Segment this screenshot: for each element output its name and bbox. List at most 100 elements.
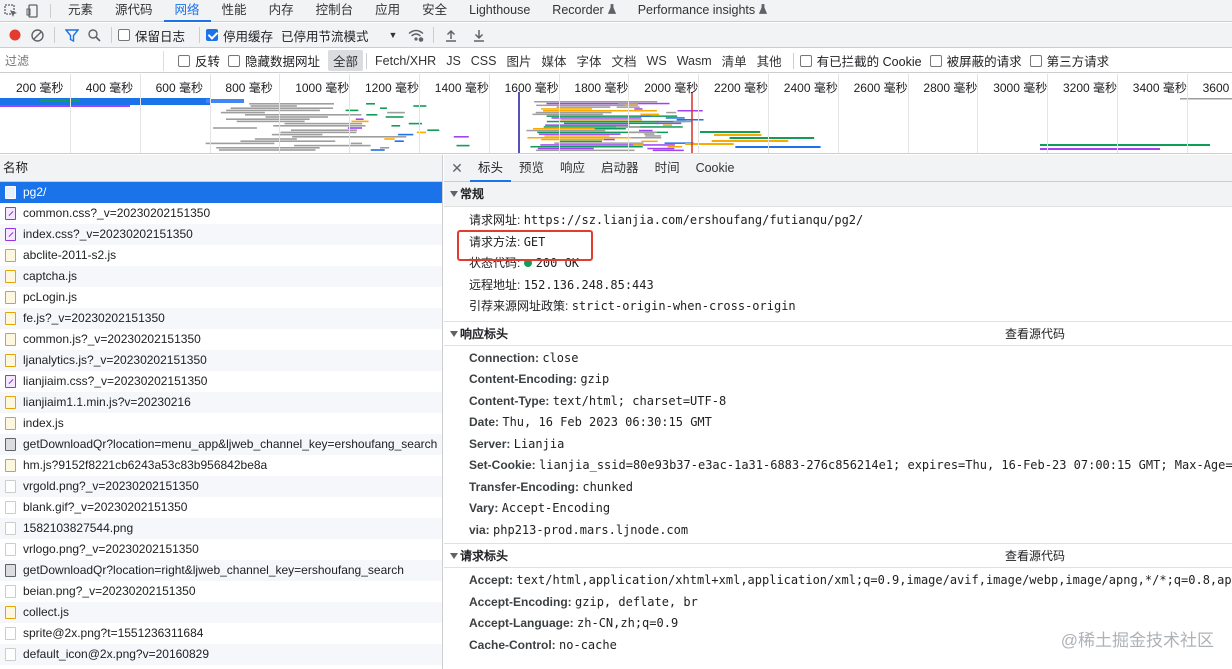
filter-type-1[interactable]: Fetch/XHR: [370, 53, 441, 69]
detail-tab[interactable]: 响应: [552, 155, 593, 182]
request-row[interactable]: getDownloadQr?location=right&ljweb_chann…: [0, 560, 442, 581]
filter-type-7[interactable]: 文档: [607, 50, 642, 71]
filter-bar: 反转 隐藏数据网址 全部 Fetch/XHRJSCSS图片媒体字体文档WSWasm…: [0, 49, 1232, 73]
request-row[interactable]: default_icon@2x.png?v=20160829: [0, 644, 442, 665]
checkbox-box[interactable]: [228, 54, 241, 67]
request-row[interactable]: beian.png?_v=20230202151350: [0, 581, 442, 602]
response-view-source-link[interactable]: 查看源代码: [1005, 322, 1065, 347]
filter-type-3[interactable]: CSS: [466, 53, 502, 69]
top-tab[interactable]: Performance insights: [627, 0, 778, 22]
request-row[interactable]: hm.js?9152f8221cb6243a53c83b956842be8a: [0, 455, 442, 476]
filter-type-11[interactable]: 其他: [752, 50, 787, 71]
request-row[interactable]: common.css?_v=20230202151350: [0, 203, 442, 224]
request-row[interactable]: lianjiaim.css?_v=20230202151350: [0, 371, 442, 392]
request-row[interactable]: vrlogo.png?_v=20230202151350: [0, 539, 442, 560]
checkbox-box[interactable]: [929, 54, 942, 67]
import-har-upload-icon[interactable]: [440, 24, 462, 46]
request-row[interactable]: ljanalytics.js?_v=20230202151350: [0, 350, 442, 371]
search-icon[interactable]: [83, 24, 105, 46]
header-row: Server: Lianjia: [444, 434, 1232, 456]
export-har-download-icon[interactable]: [468, 24, 490, 46]
waterfall-bar: [0, 98, 210, 102]
hide-data-urls-checkbox[interactable]: 隐藏数据网址: [228, 51, 320, 70]
throttling-select[interactable]: 已停用节流模式 ▼: [281, 26, 397, 45]
request-row[interactable]: getDownloadQr?location=menu_app&ljweb_ch…: [0, 434, 442, 455]
device-toolbar-icon[interactable]: [22, 0, 44, 22]
clear-button[interactable]: [26, 24, 48, 46]
close-icon[interactable]: ✕: [444, 160, 470, 177]
waterfall-bar: [563, 122, 660, 125]
timeline-gridline: [698, 74, 700, 153]
timeline-overview[interactable]: 200 毫秒 400 毫秒 600 毫秒 800 毫秒 1000 毫秒 1200 毫秒 14…: [0, 74, 1232, 154]
request-row[interactable]: index.js: [0, 413, 442, 434]
request-row[interactable]: pcLogin.js: [0, 287, 442, 308]
detail-tab[interactable]: 标头: [470, 155, 512, 182]
request-row[interactable]: fe.js?_v=20230202151350: [0, 308, 442, 329]
request-name: beian.png?_v=20230202151350: [23, 584, 196, 598]
top-tab[interactable]: Recorder: [541, 0, 626, 22]
top-tab[interactable]: 控制台: [305, 0, 365, 22]
checkbox-box[interactable]: [1029, 54, 1042, 67]
top-tab[interactable]: 源代码: [104, 0, 164, 22]
file-js-icon: [5, 291, 16, 304]
request-row[interactable]: 1582103827544.png: [0, 518, 442, 539]
top-tab[interactable]: 应用: [364, 0, 411, 22]
general-title: 常规: [460, 187, 485, 201]
top-tab[interactable]: Lighthouse: [458, 0, 541, 22]
record-button[interactable]: [4, 24, 26, 46]
request-row[interactable]: abclite-2011-s2.js: [0, 245, 442, 266]
third-party-checkbox[interactable]: 第三方请求: [1029, 51, 1109, 70]
file-js-icon: [5, 249, 16, 262]
top-tab[interactable]: 性能: [211, 0, 258, 22]
request-row[interactable]: captcha.js: [0, 266, 442, 287]
request-headers-section-header[interactable]: 请求标头 查看源代码: [444, 543, 1232, 568]
detail-tab[interactable]: 预览: [511, 155, 552, 182]
request-row[interactable]: common.js?_v=20230202151350: [0, 329, 442, 350]
blocked-cookies-checkbox[interactable]: 有已拦截的 Cookie: [799, 51, 922, 70]
detail-tab[interactable]: 启动器: [593, 155, 647, 182]
response-headers-section-header[interactable]: 响应标头 查看源代码: [444, 320, 1232, 347]
request-row[interactable]: collect.js: [0, 602, 442, 623]
inspect-element-icon[interactable]: [0, 0, 22, 22]
request-row[interactable]: sprite@2x.png?t=1551236311684: [0, 623, 442, 644]
blocked-requests-checkbox[interactable]: 被屏蔽的请求: [929, 51, 1022, 70]
request-view-source-link[interactable]: 查看源代码: [1005, 544, 1065, 569]
filter-type-4[interactable]: 图片: [501, 50, 536, 71]
filter-type-9[interactable]: Wasm: [672, 53, 717, 69]
request-row[interactable]: index.css?_v=20230202151350: [0, 224, 442, 245]
top-tab[interactable]: 安全: [411, 0, 458, 22]
filter-type-2[interactable]: JS: [441, 53, 466, 69]
top-tab[interactable]: 元素: [57, 0, 104, 22]
header-value: gzip, deflate, br: [575, 594, 698, 609]
top-tab[interactable]: 网络: [163, 0, 211, 22]
invert-checkbox[interactable]: 反转: [178, 51, 220, 70]
file-css-icon: [5, 375, 16, 388]
request-row[interactable]: pg2/: [0, 182, 442, 203]
filter-input[interactable]: [2, 50, 164, 71]
general-section-header[interactable]: 常规: [444, 182, 1232, 207]
request-row[interactable]: lianjiaim1.1.min.js?v=20230216: [0, 392, 442, 413]
checkbox-box[interactable]: [799, 54, 812, 67]
request-row[interactable]: blank.gif?_v=20230202151350: [0, 497, 442, 518]
filter-type-10[interactable]: 清单: [717, 50, 752, 71]
waterfall-bar: [218, 149, 316, 151]
network-conditions-wifi-icon[interactable]: [405, 24, 427, 46]
waterfall-bar: [665, 117, 685, 119]
request-row[interactable]: vrgold.png?_v=20230202151350: [0, 476, 442, 497]
top-tab[interactable]: 内存: [258, 0, 305, 22]
filter-type-5[interactable]: 媒体: [537, 50, 572, 71]
preserve-log-checkbox[interactable]: 保留日志: [118, 26, 185, 45]
waterfall-bar: [652, 149, 684, 152]
filter-type-8[interactable]: WS: [642, 53, 672, 69]
detail-tab[interactable]: Cookie: [688, 155, 743, 182]
checkbox-box[interactable]: [178, 54, 190, 67]
filter-icon[interactable]: [61, 24, 83, 46]
detail-tab[interactable]: 时间: [647, 155, 688, 182]
file-blank-icon: [5, 480, 16, 493]
checkbox-box-checked[interactable]: [206, 29, 219, 41]
checkbox-box[interactable]: [118, 29, 130, 41]
filter-type-0[interactable]: 全部: [328, 50, 364, 71]
filter-type-6[interactable]: 字体: [572, 50, 607, 71]
disable-cache-checkbox[interactable]: 停用缓存: [206, 26, 273, 45]
name-column-header[interactable]: 名称: [0, 155, 442, 182]
